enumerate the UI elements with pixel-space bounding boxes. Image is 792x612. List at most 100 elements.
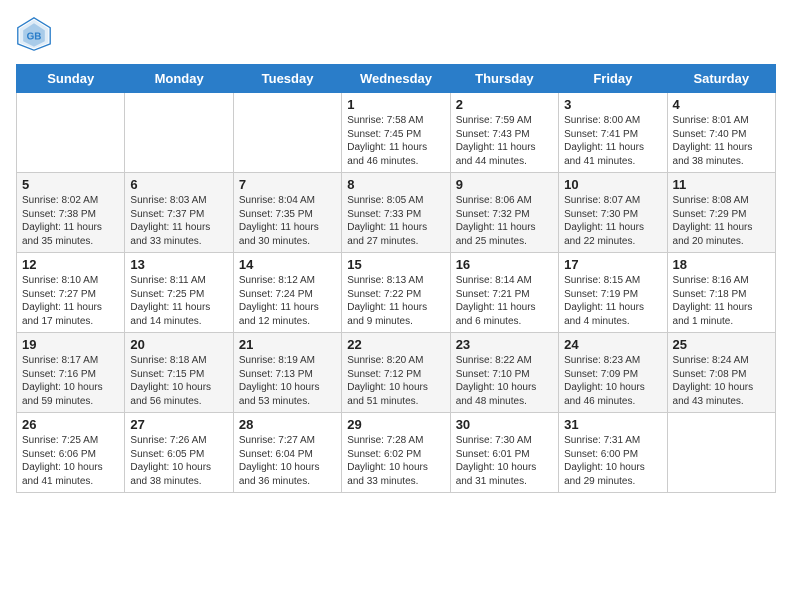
day-number: 14 [239, 257, 336, 272]
calendar-cell: 1 Sunrise: 7:58 AM Sunset: 7:45 PM Daylig… [342, 93, 450, 173]
day-info: Sunrise: 8:17 AM Sunset: 7:16 PM Dayligh… [22, 354, 119, 408]
calendar-week-5: 26 Sunrise: 7:25 AM Sunset: 6:06 PM Dayli… [17, 413, 776, 493]
day-info: Sunrise: 8:04 AM Sunset: 7:35 PM Dayligh… [239, 194, 336, 248]
day-info: Sunrise: 7:27 AM Sunset: 6:04 PM Dayligh… [239, 434, 336, 488]
day-number: 29 [347, 417, 444, 432]
calendar-cell: 28 Sunrise: 7:27 AM Sunset: 6:04 PM Dayli… [233, 413, 341, 493]
logo: GB [16, 16, 56, 52]
calendar-cell [17, 93, 125, 173]
day-info: Sunrise: 8:06 AM Sunset: 7:32 PM Dayligh… [456, 194, 553, 248]
calendar-cell: 17 Sunrise: 8:15 AM Sunset: 7:19 PM Dayli… [559, 253, 667, 333]
day-info: Sunrise: 8:03 AM Sunset: 7:37 PM Dayligh… [130, 194, 227, 248]
day-info: Sunrise: 8:01 AM Sunset: 7:40 PM Dayligh… [673, 114, 770, 168]
calendar-cell: 15 Sunrise: 8:13 AM Sunset: 7:22 PM Dayli… [342, 253, 450, 333]
day-info: Sunrise: 7:28 AM Sunset: 6:02 PM Dayligh… [347, 434, 444, 488]
calendar-week-2: 5Sunrise: 8:02 AM Sunset: 7:38 PM Daylig… [17, 173, 776, 253]
day-info: Sunrise: 8:11 AM Sunset: 7:25 PM Dayligh… [130, 274, 227, 328]
day-info: Sunrise: 7:30 AM Sunset: 6:01 PM Dayligh… [456, 434, 553, 488]
day-number: 19 [22, 337, 119, 352]
calendar-week-1: 1 Sunrise: 7:58 AM Sunset: 7:45 PM Daylig… [17, 93, 776, 173]
calendar-cell: 27 Sunrise: 7:26 AM Sunset: 6:05 PM Dayli… [125, 413, 233, 493]
day-info: Sunrise: 7:58 AM Sunset: 7:45 PM Dayligh… [347, 114, 444, 168]
day-number: 20 [130, 337, 227, 352]
day-number: 11 [673, 177, 770, 192]
calendar-cell: 12Sunrise: 8:10 AM Sunset: 7:27 PM Dayli… [17, 253, 125, 333]
calendar-table: SundayMondayTuesdayWednesdayThursdayFrid… [16, 64, 776, 493]
weekday-friday: Friday [559, 65, 667, 93]
logo-icon: GB [16, 16, 52, 52]
calendar-cell: 26 Sunrise: 7:25 AM Sunset: 6:06 PM Dayli… [17, 413, 125, 493]
day-info: Sunrise: 8:15 AM Sunset: 7:19 PM Dayligh… [564, 274, 661, 328]
calendar-cell: 24 Sunrise: 8:23 AM Sunset: 7:09 PM Dayli… [559, 333, 667, 413]
day-number: 9 [456, 177, 553, 192]
calendar-cell: 3 Sunrise: 8:00 AM Sunset: 7:41 PM Daylig… [559, 93, 667, 173]
day-number: 2 [456, 97, 553, 112]
day-number: 17 [564, 257, 661, 272]
calendar-cell [667, 413, 775, 493]
calendar-cell [125, 93, 233, 173]
calendar-cell: 23Sunrise: 8:22 AM Sunset: 7:10 PM Dayli… [450, 333, 558, 413]
svg-text:GB: GB [27, 31, 42, 42]
weekday-sunday: Sunday [17, 65, 125, 93]
calendar-cell: 18Sunrise: 8:16 AM Sunset: 7:18 PM Dayli… [667, 253, 775, 333]
calendar-cell: 4 Sunrise: 8:01 AM Sunset: 7:40 PM Daylig… [667, 93, 775, 173]
weekday-saturday: Saturday [667, 65, 775, 93]
calendar-cell: 2 Sunrise: 7:59 AM Sunset: 7:43 PM Daylig… [450, 93, 558, 173]
calendar-cell: 14Sunrise: 8:12 AM Sunset: 7:24 PM Dayli… [233, 253, 341, 333]
weekday-header-row: SundayMondayTuesdayWednesdayThursdayFrid… [17, 65, 776, 93]
calendar-cell: 31Sunrise: 7:31 AM Sunset: 6:00 PM Dayli… [559, 413, 667, 493]
day-number: 27 [130, 417, 227, 432]
day-number: 12 [22, 257, 119, 272]
day-number: 21 [239, 337, 336, 352]
calendar-week-3: 12Sunrise: 8:10 AM Sunset: 7:27 PM Dayli… [17, 253, 776, 333]
calendar-cell: 5Sunrise: 8:02 AM Sunset: 7:38 PM Daylig… [17, 173, 125, 253]
day-number: 3 [564, 97, 661, 112]
day-number: 16 [456, 257, 553, 272]
day-info: Sunrise: 7:59 AM Sunset: 7:43 PM Dayligh… [456, 114, 553, 168]
calendar-cell: 29 Sunrise: 7:28 AM Sunset: 6:02 PM Dayli… [342, 413, 450, 493]
day-info: Sunrise: 8:18 AM Sunset: 7:15 PM Dayligh… [130, 354, 227, 408]
day-info: Sunrise: 8:23 AM Sunset: 7:09 PM Dayligh… [564, 354, 661, 408]
day-info: Sunrise: 8:14 AM Sunset: 7:21 PM Dayligh… [456, 274, 553, 328]
day-info: Sunrise: 8:07 AM Sunset: 7:30 PM Dayligh… [564, 194, 661, 248]
day-number: 28 [239, 417, 336, 432]
day-info: Sunrise: 8:24 AM Sunset: 7:08 PM Dayligh… [673, 354, 770, 408]
day-number: 31 [564, 417, 661, 432]
day-info: Sunrise: 7:26 AM Sunset: 6:05 PM Dayligh… [130, 434, 227, 488]
day-number: 15 [347, 257, 444, 272]
day-number: 13 [130, 257, 227, 272]
day-number: 6 [130, 177, 227, 192]
calendar-cell [233, 93, 341, 173]
calendar-cell: 8Sunrise: 8:05 AM Sunset: 7:33 PM Daylig… [342, 173, 450, 253]
day-number: 24 [564, 337, 661, 352]
day-info: Sunrise: 8:08 AM Sunset: 7:29 PM Dayligh… [673, 194, 770, 248]
day-number: 25 [673, 337, 770, 352]
day-info: Sunrise: 8:00 AM Sunset: 7:41 PM Dayligh… [564, 114, 661, 168]
calendar-cell: 30Sunrise: 7:30 AM Sunset: 6:01 PM Dayli… [450, 413, 558, 493]
calendar-cell: 7 Sunrise: 8:04 AM Sunset: 7:35 PM Daylig… [233, 173, 341, 253]
day-info: Sunrise: 8:13 AM Sunset: 7:22 PM Dayligh… [347, 274, 444, 328]
weekday-thursday: Thursday [450, 65, 558, 93]
day-info: Sunrise: 8:22 AM Sunset: 7:10 PM Dayligh… [456, 354, 553, 408]
day-number: 1 [347, 97, 444, 112]
calendar-cell: 11 Sunrise: 8:08 AM Sunset: 7:29 PM Dayli… [667, 173, 775, 253]
calendar-cell: 25 Sunrise: 8:24 AM Sunset: 7:08 PM Dayli… [667, 333, 775, 413]
weekday-monday: Monday [125, 65, 233, 93]
day-info: Sunrise: 7:25 AM Sunset: 6:06 PM Dayligh… [22, 434, 119, 488]
calendar-cell: 13 Sunrise: 8:11 AM Sunset: 7:25 PM Dayli… [125, 253, 233, 333]
calendar-cell: 9 Sunrise: 8:06 AM Sunset: 7:32 PM Daylig… [450, 173, 558, 253]
calendar-cell: 16 Sunrise: 8:14 AM Sunset: 7:21 PM Dayli… [450, 253, 558, 333]
day-info: Sunrise: 8:16 AM Sunset: 7:18 PM Dayligh… [673, 274, 770, 328]
day-info: Sunrise: 8:05 AM Sunset: 7:33 PM Dayligh… [347, 194, 444, 248]
day-number: 7 [239, 177, 336, 192]
day-number: 4 [673, 97, 770, 112]
calendar-week-4: 19 Sunrise: 8:17 AM Sunset: 7:16 PM Dayli… [17, 333, 776, 413]
calendar-cell: 19 Sunrise: 8:17 AM Sunset: 7:16 PM Dayli… [17, 333, 125, 413]
day-number: 22 [347, 337, 444, 352]
day-number: 26 [22, 417, 119, 432]
calendar-cell: 21Sunrise: 8:19 AM Sunset: 7:13 PM Dayli… [233, 333, 341, 413]
day-number: 10 [564, 177, 661, 192]
calendar-cell: 22Sunrise: 8:20 AM Sunset: 7:12 PM Dayli… [342, 333, 450, 413]
calendar-cell: 6 Sunrise: 8:03 AM Sunset: 7:37 PM Daylig… [125, 173, 233, 253]
day-number: 5 [22, 177, 119, 192]
